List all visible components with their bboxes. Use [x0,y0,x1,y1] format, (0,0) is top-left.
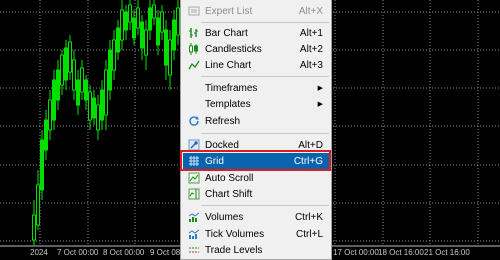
time-label-21oct: 21 Oct 16:00 [424,248,470,257]
candle-body [36,184,40,226]
candle-body [164,29,168,66]
time-label-8oct: 8 Oct 00:00 [103,248,145,257]
trade-levels-icon [187,243,201,257]
candle-body [72,59,76,91]
menu-item-label: Grid [205,155,224,167]
candle-body [140,21,144,49]
menu-item-trade-levels[interactable]: Trade Levels [183,242,329,258]
candle-body [40,139,44,191]
menu-item-shortcut: Alt+3 [299,59,323,71]
candle-body [80,67,84,93]
candlestick-series [32,0,180,246]
menu-item-label: Candlesticks [205,43,262,55]
candle-body [96,104,100,131]
menu-item-label: Auto Scroll [205,172,254,184]
grid-icon [187,154,201,168]
candle-body [172,19,176,51]
menu-separator [201,133,329,134]
candle-body [144,29,148,56]
menu-item-label: Docked [205,139,239,151]
menu-item-refresh[interactable]: Refresh [183,113,329,129]
menu-item-bar-chart[interactable]: Bar Chart Alt+1 [183,25,329,41]
menu-item-label: Tick Volumes [205,228,265,240]
candle-body [120,9,124,41]
chart-context-menu: Expert List Alt+X Bar Chart Alt+1 Candle… [180,0,332,260]
candle-body [88,91,92,121]
menu-item-label: Trade Levels [205,244,263,256]
candle-body [156,17,160,46]
time-label-17oct: 17 Oct 00:00 [333,248,379,257]
line-chart-icon [187,58,201,72]
candle-body [152,4,156,19]
candle-body [108,49,112,91]
candle-body [104,69,108,116]
submenu-arrow-icon: ▶ [317,85,323,92]
menu-item-label: Templates [205,98,251,110]
menu-item-shortcut: Alt+1 [299,27,323,39]
submenu-arrow-icon: ▶ [317,101,323,108]
candle-body [116,27,120,53]
expert-list-icon [187,4,201,18]
menu-item-label: Timeframes [205,82,258,94]
menu-item-shortcut: Alt+X [298,5,323,17]
volumes-icon [187,210,201,224]
candle-body [112,39,116,71]
time-label-year: 2024 [30,248,48,257]
menu-item-label: Refresh [205,115,241,127]
candle-body [100,89,104,121]
candle-body [68,41,72,73]
candle-body [48,99,52,131]
candle-body [32,214,36,241]
menu-item-label: Line Chart [205,59,252,71]
menu-item-label: Bar Chart [205,27,248,39]
menu-item-label: Chart Shift [205,188,253,200]
candle-body [60,54,64,86]
menu-item-label: Volumes [205,211,244,223]
menu-item-shortcut: Ctrl+K [294,211,323,223]
candle-body [168,39,172,76]
time-label-7oct: 7 Oct 00:00 [57,248,99,257]
menu-item-label: Expert List [205,5,253,17]
bar-chart-icon [187,26,201,40]
time-label-18oct: 18 Oct 16:00 [378,248,424,257]
chart-shift-icon [187,187,201,201]
candle-body [84,79,88,101]
menu-item-shortcut: Ctrl+L [296,228,323,240]
candle-body [56,69,60,101]
menu-item-timeframes[interactable]: Timeframes ▶ [183,80,329,96]
candle-body [160,11,164,33]
candle-body [64,47,68,81]
pin-icon [187,138,201,152]
menu-item-grid[interactable]: Grid Ctrl+G [183,153,329,169]
candle-body [136,7,140,29]
candle-body [52,79,56,121]
candle-body [76,79,80,106]
auto-scroll-icon [187,171,201,185]
menu-item-expert-list[interactable]: Expert List Alt+X [183,3,329,19]
candle-body [128,4,132,23]
candlesticks-icon [187,42,201,56]
tick-volumes-icon [187,227,201,241]
menu-separator [201,76,329,77]
menu-item-volumes[interactable]: Volumes Ctrl+K [183,209,329,225]
candle-body [92,97,96,119]
candle-body [148,7,152,31]
menu-separator [201,205,329,206]
menu-item-candlesticks[interactable]: Candlesticks Alt+2 [183,41,329,57]
menu-item-shortcut: Alt+D [298,139,323,151]
menu-item-chart-shift[interactable]: Chart Shift [183,186,329,202]
menu-item-shortcut: Ctrl+G [293,155,323,167]
candle-body [124,11,128,31]
menu-item-line-chart[interactable]: Line Chart Alt+3 [183,57,329,73]
menu-item-auto-scroll[interactable]: Auto Scroll [183,170,329,186]
menu-separator [201,22,329,23]
candle-body [44,119,48,151]
menu-item-templates[interactable]: Templates ▶ [183,96,329,112]
candle-body [132,17,136,39]
menu-item-docked[interactable]: Docked Alt+D [183,137,329,153]
menu-item-shortcut: Alt+2 [299,43,323,55]
menu-item-tick-volumes[interactable]: Tick Volumes Ctrl+L [183,226,329,242]
refresh-icon [187,114,201,128]
